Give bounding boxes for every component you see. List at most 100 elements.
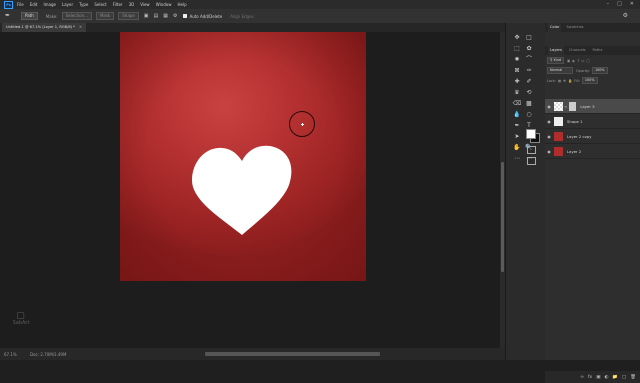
menu-file[interactable]: File <box>17 2 24 7</box>
link-layers-icon[interactable]: ∞ <box>580 375 584 380</box>
artboard-tool-icon[interactable]: □ <box>523 32 535 43</box>
opacity-input[interactable]: 100% <box>591 67 608 74</box>
vertical-scroll-thumb[interactable] <box>501 162 504 272</box>
options-gear-icon[interactable]: ⚙ <box>623 12 628 19</box>
tab-paths[interactable]: Paths <box>591 46 605 55</box>
healing-tool-icon[interactable]: ✚ <box>511 76 523 87</box>
mask-link-icon[interactable]: ∞ <box>564 104 567 109</box>
layer-row[interactable]: ◉ Layer 2 <box>545 144 640 159</box>
document-tab[interactable]: Untitled-1 @ 67.1% (Layer 1, RGB/8) * ✕ <box>2 23 86 32</box>
horizontal-scroll-thumb[interactable] <box>205 352 380 356</box>
foreground-color-swatch[interactable] <box>526 129 536 139</box>
document-canvas[interactable] <box>120 32 366 281</box>
menu-filter[interactable]: Filter <box>113 2 123 7</box>
kind-label: Kind <box>553 58 562 62</box>
menu-view[interactable]: View <box>140 2 150 7</box>
add-mask-icon[interactable]: ▣ <box>596 375 600 380</box>
filter-pixel-icon[interactable]: ▣ <box>567 59 570 63</box>
make-shape-button[interactable]: Shape <box>118 12 139 20</box>
layer-mask-thumbnail[interactable] <box>569 101 577 111</box>
path-selection-tool-icon[interactable]: ➤ <box>511 131 523 142</box>
blur-tool-icon[interactable]: 💧 <box>511 109 523 120</box>
pen-tool-icon[interactable]: ✒ <box>511 120 523 131</box>
path-operations-icon[interactable]: ▣ <box>144 13 149 19</box>
layer-row[interactable]: ◉ Layer 2 copy <box>545 129 640 144</box>
filter-adjustment-icon[interactable]: ◐ <box>572 59 575 63</box>
auto-add-delete-checkbox[interactable] <box>183 14 188 18</box>
visibility-eye-icon[interactable]: ◉ <box>545 119 553 124</box>
make-mask-button[interactable]: Mask <box>95 12 115 20</box>
layer-thumbnail <box>554 131 563 141</box>
pen-tool-icon[interactable]: ✒ <box>5 12 15 20</box>
heart-shape[interactable] <box>120 32 366 281</box>
history-brush-tool-icon[interactable]: ⟲ <box>523 87 535 98</box>
fill-label: Fill: <box>574 78 580 83</box>
menu-3d[interactable]: 3D <box>129 2 135 7</box>
screen-mode-icon[interactable] <box>527 157 536 165</box>
filter-smart-icon[interactable]: □ <box>587 59 590 63</box>
new-group-icon[interactable]: 📁 <box>612 375 618 380</box>
visibility-eye-icon[interactable]: ◉ <box>545 134 553 139</box>
layer-style-icon[interactable]: fx <box>588 375 592 380</box>
menu-select[interactable]: Select <box>94 2 106 7</box>
make-selection-button[interactable]: Selection... <box>61 12 92 20</box>
move-tool-icon[interactable]: ✥ <box>511 32 523 43</box>
path-arrangement-icon[interactable]: ▦ <box>163 13 168 19</box>
layers-list: ◉ ∞ Layer 3 ◉ Shape 1 ◉ Layer 2 copy ◉ L… <box>545 99 640 159</box>
menu-type[interactable]: Type <box>79 2 88 7</box>
menu-image[interactable]: Image <box>43 2 56 7</box>
eyedropper-tool-icon[interactable]: ✑ <box>523 65 535 76</box>
path-alignment-icon[interactable]: ▤ <box>154 13 159 19</box>
gradient-tool-icon[interactable]: ▩ <box>523 98 535 109</box>
tab-channels[interactable]: Channels <box>567 46 588 55</box>
zoom-level[interactable]: 67.1% <box>4 352 17 357</box>
marquee-tool-icon[interactable]: ⬚ <box>511 43 523 54</box>
opacity-label: Opacity: <box>576 68 590 73</box>
fill-input[interactable]: 100% <box>581 77 598 84</box>
tab-color[interactable]: Color <box>548 23 562 32</box>
lasso-tool-icon[interactable]: ✿ <box>523 43 535 54</box>
settings-gear-icon[interactable]: ⚙ <box>173 13 177 19</box>
minimize-icon[interactable]: – <box>607 1 610 7</box>
maximize-icon[interactable]: □ <box>617 1 622 7</box>
tool-mode-select[interactable]: Path <box>21 12 38 20</box>
filter-type-icon[interactable]: T <box>577 59 579 63</box>
layer-row[interactable]: ◉ ∞ Layer 3 <box>545 99 640 114</box>
new-layer-icon[interactable]: □ <box>622 375 626 380</box>
canvas-area[interactable] <box>0 32 500 348</box>
menu-layer[interactable]: Layer <box>62 2 73 7</box>
more-tools-icon[interactable]: ⋯ <box>511 153 523 164</box>
tab-layers[interactable]: Layers <box>548 46 564 55</box>
frame-tool-icon[interactable]: ⊠ <box>511 65 523 76</box>
quick-mask-icon[interactable] <box>527 146 536 154</box>
menu-window[interactable]: Window <box>156 2 172 7</box>
stamp-tool-icon[interactable]: ♛ <box>511 87 523 98</box>
quick-select-tool-icon[interactable]: ✸ <box>511 54 523 65</box>
visibility-eye-icon[interactable]: ◉ <box>545 149 553 154</box>
layer-kind-filter[interactable]: ⚲ Kind <box>547 57 565 64</box>
watermark-logo-icon: ▢ <box>16 311 26 321</box>
dodge-tool-icon[interactable]: ○ <box>523 109 535 120</box>
tools-panel: ✥ □ ⬚ ✿ ✸ ⌒ ⊠ ✑ ✚ ✐ ♛ ⟲ ⌫ ▩ 💧 ○ ✒ T ➤ ▭ … <box>505 23 546 360</box>
visibility-eye-icon[interactable]: ◉ <box>545 104 553 109</box>
menu-edit[interactable]: Edit <box>30 2 38 7</box>
document-info[interactable]: Doc: 2.70M/3.49M <box>30 352 66 357</box>
eraser-tool-icon[interactable]: ⌫ <box>511 98 523 109</box>
hand-tool-icon[interactable]: ✋ <box>511 142 523 153</box>
delete-layer-icon[interactable]: 🗑 <box>630 375 636 380</box>
crop-tool-icon[interactable]: ⌒ <box>523 54 535 65</box>
brush-tool-icon[interactable]: ✐ <box>523 76 535 87</box>
menu-bar: Ps File Edit Image Layer Type Select Fil… <box>0 0 640 9</box>
lock-all-icon[interactable]: 🔒 <box>568 79 572 83</box>
lock-move-icon[interactable]: ✥ <box>563 79 566 83</box>
blend-mode-select[interactable]: Normal <box>547 67 573 74</box>
adjustment-layer-icon[interactable]: ◐ <box>604 375 608 380</box>
lock-pixels-icon[interactable]: ▦ <box>558 79 561 83</box>
layer-thumbnail <box>554 116 563 126</box>
filter-shape-icon[interactable]: ▭ <box>581 59 584 63</box>
close-tab-icon[interactable]: ✕ <box>79 25 82 29</box>
layer-row[interactable]: ◉ Shape 1 <box>545 114 640 129</box>
menu-help[interactable]: Help <box>177 2 186 7</box>
close-icon[interactable]: ✕ <box>630 1 634 7</box>
tab-swatches[interactable]: Swatches <box>564 23 585 32</box>
